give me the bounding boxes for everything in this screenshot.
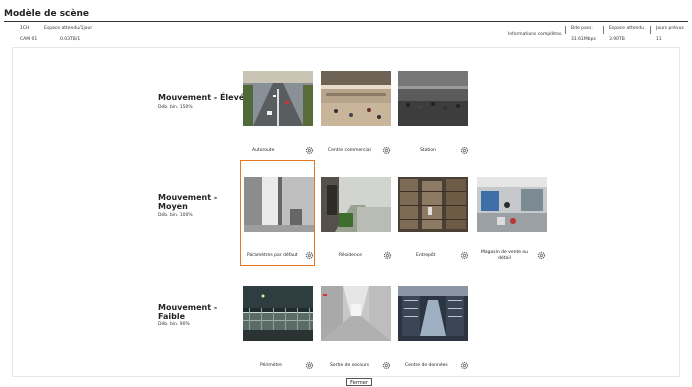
- gear-icon[interactable]: [305, 361, 314, 370]
- scene-thumbnail-autoroute[interactable]: [243, 71, 313, 126]
- channel-header: 1CH: [20, 26, 30, 31]
- close-button[interactable]: Fermer: [346, 378, 372, 386]
- gear-icon[interactable]: [305, 251, 314, 260]
- scene-label-parametres-par-defaut: Paramètres par défaut: [247, 253, 298, 258]
- section-title-medium: Mouvement - Moyen: [158, 193, 218, 211]
- bitrate-value: 31.61Mbps: [571, 37, 596, 42]
- section-bitrate-high: Déb. bin. 150%: [158, 105, 193, 110]
- column-divider: [603, 26, 604, 34]
- scene-label-magasin: Magasin de vente ou détail: [480, 250, 529, 261]
- scene-label-sortie-de-secours: Sortie de secours: [330, 363, 370, 368]
- gear-icon[interactable]: [460, 251, 469, 260]
- scene-thumbnail-centre-de-donnees[interactable]: [398, 286, 468, 341]
- channel-value: CAM 01: [20, 37, 38, 42]
- gear-icon[interactable]: [305, 146, 314, 155]
- page-title: Modèle de scène: [4, 9, 89, 19]
- expected-value: 3.90TB: [609, 37, 625, 42]
- expected-header: Espace attendu: [609, 26, 645, 31]
- scene-thumbnail-entrepot[interactable]: [398, 177, 468, 232]
- scene-thumbnail-magasin[interactable]: [477, 177, 547, 232]
- section-title-low: Mouvement - Faible: [158, 303, 218, 321]
- scene-label-centre-commercial: Centre commercial: [328, 148, 371, 153]
- scene-label-entrepot: Entrepôt: [416, 253, 436, 258]
- scene-label-centre-de-donnees: Centre de données: [405, 363, 448, 368]
- scene-thumbnail-station[interactable]: [398, 71, 468, 126]
- scene-thumbnail-sortie-de-secours[interactable]: [321, 286, 391, 341]
- scene-label-residence: Résidence: [339, 253, 363, 258]
- gear-icon[interactable]: [382, 146, 391, 155]
- gear-icon[interactable]: [460, 361, 469, 370]
- gear-icon[interactable]: [460, 146, 469, 155]
- scene-thumbnail-residence[interactable]: [321, 177, 391, 232]
- section-bitrate-low: Déb. bin. 90%: [158, 322, 190, 327]
- scene-label-station: Station: [420, 148, 436, 153]
- gear-icon[interactable]: [382, 361, 391, 370]
- column-divider: [650, 26, 651, 34]
- scene-thumbnail-perimetre[interactable]: [243, 286, 313, 341]
- scene-thumbnail-centre-commercial[interactable]: [321, 71, 391, 126]
- section-title-high: Mouvement - Élevé: [158, 93, 245, 102]
- bitrate-header: Bde pass.: [571, 26, 593, 31]
- section-bitrate-medium: Déb. bin. 100%: [158, 213, 193, 218]
- space-value: 0.03TB/1: [60, 37, 81, 42]
- days-header: Jours prévus: [656, 26, 684, 31]
- scene-label-perimetre: Périmètre: [260, 363, 282, 368]
- title-divider: [4, 21, 688, 22]
- scene-thumbnail-parametres-par-defaut[interactable]: [244, 177, 314, 232]
- scene-label-autoroute: Autoroute: [252, 148, 275, 153]
- space-header: Espace attendu/1jour: [44, 26, 93, 31]
- gear-icon[interactable]: [537, 251, 546, 260]
- days-value: 11: [656, 37, 662, 42]
- column-divider: [565, 26, 566, 34]
- gear-icon[interactable]: [383, 251, 392, 260]
- info-label: Informations complètes.: [508, 32, 563, 37]
